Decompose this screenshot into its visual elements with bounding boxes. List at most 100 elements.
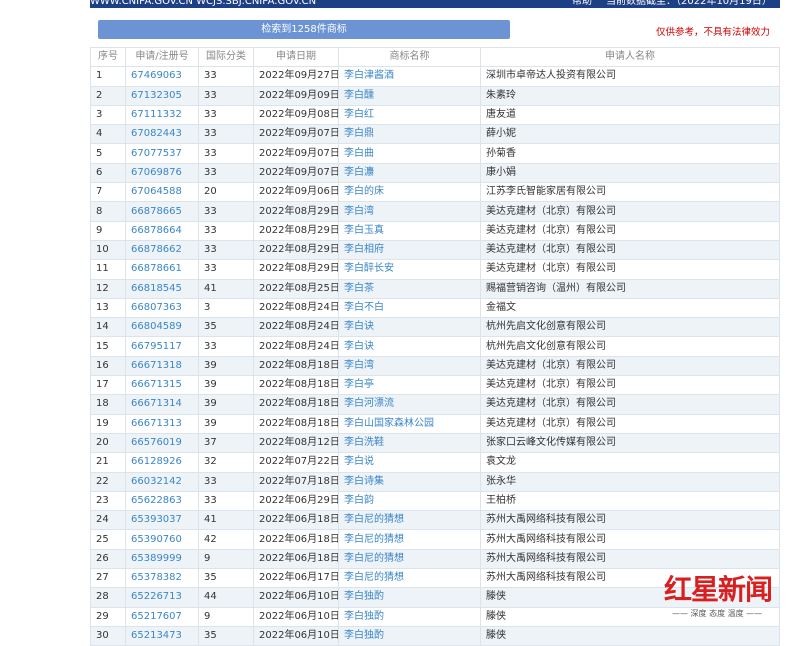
reg-no-link[interactable]: 65390760 (125, 529, 199, 550)
reg-no-link[interactable]: 66804589 (125, 317, 199, 338)
reg-no-link[interactable]: 66878662 (125, 239, 199, 261)
table-row: 9 66878664 33 2022年08月29日 李白玉真 美达克建材（北京）有限公司 (90, 220, 780, 241)
mark-name-link[interactable]: 李白尼的猜想 (338, 548, 481, 570)
reg-no-link[interactable]: 66032142 (125, 471, 199, 492)
reg-no-link[interactable]: 66671315 (125, 375, 199, 396)
mark-name-link[interactable]: 李白洗鞋 (338, 432, 481, 454)
site-domains: WWW.CNIPA.GOV.CN WCJS.SBJ.CNIPA.GOV.CN (90, 0, 317, 7)
reg-no-link[interactable]: 67469063 (125, 66, 199, 87)
reg-no-link[interactable]: 67069876 (125, 162, 199, 184)
mark-name-link[interactable]: 李白尼的猜想 (338, 529, 481, 550)
mark-name-link[interactable]: 李白独酌 (338, 625, 481, 646)
intl-class: 33 (198, 239, 254, 261)
mark-name-link[interactable]: 李白湾 (338, 355, 481, 377)
applicant-name: 美达克建材（北京）有限公司 (480, 220, 780, 241)
table-row: 14 66804589 35 2022年08月24日 李白诀 杭州先启文化创意有限公司 (90, 317, 780, 338)
mark-name-link[interactable]: 李白诀 (338, 317, 481, 338)
apply-date: 2022年08月25日 (253, 278, 339, 299)
row-index: 16 (90, 355, 126, 377)
reg-no-link[interactable]: 66878665 (125, 201, 199, 222)
reg-no-link[interactable]: 67111332 (125, 104, 199, 126)
table-row: 13 66807363 3 2022年08月24日 李白不白 金福文 (90, 297, 780, 319)
mark-name-link[interactable]: 李白独酌 (338, 606, 481, 627)
table-row: 26 65389999 9 2022年06月18日 李白尼的猜想 苏州大禹网络科技有限公司 (90, 548, 780, 570)
applicant-name: 薛小妮 (480, 124, 780, 145)
reg-no-link[interactable]: 65213473 (125, 625, 199, 646)
reg-no-link[interactable]: 67064588 (125, 182, 199, 203)
mark-name-link[interactable]: 李白红 (338, 104, 481, 126)
reg-no-link[interactable]: 65226713 (125, 587, 199, 608)
reg-no-link[interactable]: 66671313 (125, 413, 199, 434)
intl-class: 9 (198, 606, 254, 627)
reg-no-link[interactable]: 67077537 (125, 143, 199, 164)
row-index: 28 (90, 587, 126, 608)
mark-name-link[interactable]: 李白韵 (338, 490, 481, 512)
row-index: 18 (90, 394, 126, 415)
mark-name-link[interactable]: 李白尼的猜想 (338, 510, 481, 531)
reg-no-link[interactable]: 66807363 (125, 297, 199, 319)
mark-name-link[interactable]: 李白诗集 (338, 471, 481, 492)
intl-class: 39 (198, 355, 254, 377)
mark-name-link[interactable]: 李白山国家森林公园 (338, 413, 481, 434)
reg-no-link[interactable]: 67082443 (125, 124, 199, 145)
row-index: 19 (90, 413, 126, 434)
apply-date: 2022年09月09日 (253, 85, 339, 106)
reg-no-link[interactable]: 67132305 (125, 85, 199, 106)
mark-name-link[interactable]: 李白独酌 (338, 587, 481, 608)
col-applicant: 申请人名称 (480, 46, 780, 68)
row-index: 12 (90, 278, 126, 299)
mark-name-link[interactable]: 李白湾 (338, 201, 481, 222)
reg-no-link[interactable]: 66671318 (125, 355, 199, 377)
intl-class: 9 (198, 548, 254, 570)
mark-name-link[interactable]: 李白茶 (338, 278, 481, 299)
reg-no-link[interactable]: 65393037 (125, 510, 199, 531)
apply-date: 2022年08月24日 (253, 297, 339, 319)
mark-name-link[interactable]: 李白醺 (338, 85, 481, 106)
reg-no-link[interactable]: 66576019 (125, 432, 199, 454)
row-index: 6 (90, 162, 126, 184)
reg-no-link[interactable]: 66818545 (125, 278, 199, 299)
mark-name-link[interactable]: 李白玉真 (338, 220, 481, 241)
mark-name-link[interactable]: 李白诀 (338, 336, 481, 357)
apply-date: 2022年08月24日 (253, 317, 339, 338)
mark-name-link[interactable]: 李白鼎 (338, 124, 481, 145)
applicant-name: 美达克建材（北京）有限公司 (480, 413, 780, 434)
reg-no-link[interactable]: 65622863 (125, 490, 199, 512)
mark-name-link[interactable]: 李白亭 (338, 375, 481, 396)
table-row: 4 67082443 33 2022年09月07日 李白鼎 薛小妮 (90, 124, 780, 145)
reg-no-link[interactable]: 66795117 (125, 336, 199, 357)
mark-name-link[interactable]: 李白的床 (338, 182, 481, 203)
reg-no-link[interactable]: 65378382 (125, 568, 199, 589)
reg-no-link[interactable]: 66671314 (125, 394, 199, 415)
table-row: 18 66671314 39 2022年08月18日 李白河漂流 美达克建材（北京）有限公… (90, 394, 780, 415)
table-row: 10 66878662 33 2022年08月29日 李白相府 美达克建材（北京）有限公司 (90, 239, 780, 261)
apply-date: 2022年08月18日 (253, 394, 339, 415)
reg-no-link[interactable]: 65217607 (125, 606, 199, 627)
row-index: 22 (90, 471, 126, 492)
applicant-name: 张永华 (480, 471, 780, 492)
mark-name-link[interactable]: 李白津酱酒 (338, 66, 481, 87)
applicant-name: 朱素玲 (480, 85, 780, 106)
apply-date: 2022年08月18日 (253, 375, 339, 396)
mark-name-link[interactable]: 李白说 (338, 452, 481, 473)
table-row: 19 66671313 39 2022年08月18日 李白山国家森林公园 美达克建材（北京… (90, 413, 780, 434)
table-row: 2 67132305 33 2022年09月09日 李白醺 朱素玲 (90, 85, 780, 106)
reg-no-link[interactable]: 66128926 (125, 452, 199, 473)
reg-no-link[interactable]: 66878664 (125, 220, 199, 241)
intl-class: 42 (198, 529, 254, 550)
reg-no-link[interactable]: 65389999 (125, 548, 199, 570)
help-link[interactable]: 帮助 (572, 0, 592, 8)
applicant-name: 美达克建材（北京）有限公司 (480, 375, 780, 396)
mark-name-link[interactable]: 李白相府 (338, 239, 481, 261)
mark-name-link[interactable]: 李白不白 (338, 297, 481, 319)
mark-name-link[interactable]: 李白灋 (338, 162, 481, 184)
hongxing-news-watermark: 红星新闻 —— 深度 态度 温度 —— (664, 568, 794, 628)
applicant-name: 美达克建材（北京）有限公司 (480, 239, 780, 261)
mark-name-link[interactable]: 李白河漂流 (338, 394, 481, 415)
mark-name-link[interactable]: 李白尼的猜想 (338, 568, 481, 589)
mark-name-link[interactable]: 李白醉长安 (338, 259, 481, 280)
col-class: 国际分类 (198, 46, 254, 68)
mark-name-link[interactable]: 李白曲 (338, 143, 481, 164)
table-row: 30 65213473 35 2022年06月10日 李白独酌 滕侠 (90, 625, 780, 646)
reg-no-link[interactable]: 66878661 (125, 259, 199, 280)
